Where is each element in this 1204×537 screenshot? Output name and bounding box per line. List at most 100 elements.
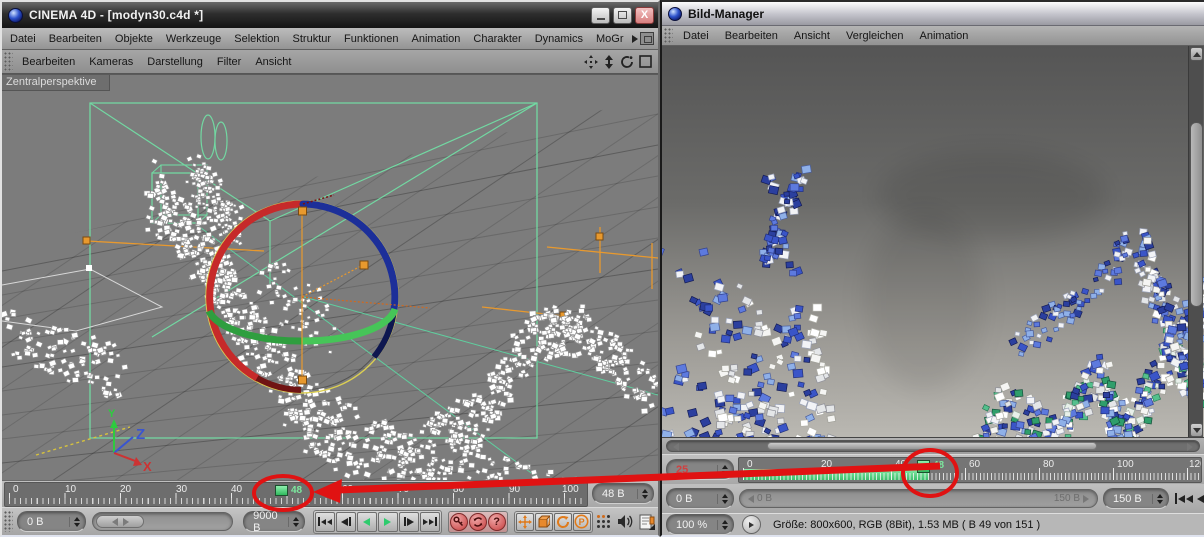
horizontal-scrollbar[interactable] xyxy=(662,438,1204,454)
minimize-button[interactable] xyxy=(591,7,610,24)
bm-range-row: 0 B 0 B 150 B 150 B xyxy=(662,484,1204,513)
spinner-arrows[interactable] xyxy=(717,494,730,504)
bm-range-slider[interactable]: 0 B 150 B xyxy=(739,489,1098,508)
bm-menu-animation[interactable]: Animation xyxy=(911,30,976,42)
sound-button[interactable] xyxy=(614,511,636,533)
frame-ruler[interactable]: 0 10 20 30 40 60 70 80 90 100 48 xyxy=(4,482,588,507)
vmenu-bearbeiten[interactable]: Bearbeiten xyxy=(15,56,82,68)
zoom-level-spinner[interactable]: 100 % xyxy=(666,514,734,535)
menu-animation[interactable]: Animation xyxy=(405,33,467,45)
range-end-spinner[interactable]: 9000 B xyxy=(243,511,305,532)
scale-tool-button[interactable] xyxy=(535,513,553,531)
autokey-button[interactable] xyxy=(469,513,487,531)
range-max-label: 150 B xyxy=(1054,493,1080,504)
vmenu-ansicht[interactable]: Ansicht xyxy=(248,56,298,68)
viewport-3d[interactable]: Zentralperspektive xyxy=(2,74,658,480)
spinner-arrows[interactable] xyxy=(1152,494,1165,504)
menu-bearbeiten[interactable]: Bearbeiten xyxy=(42,33,108,45)
bm-range-end-spinner[interactable]: 150 B xyxy=(1103,488,1169,509)
goto-start-button[interactable] xyxy=(315,512,335,532)
rotate-view-icon[interactable] xyxy=(620,55,634,69)
bm-menu-vergleichen[interactable]: Vergleichen xyxy=(838,30,912,42)
viewport-camera-label[interactable]: Zentralperspektive xyxy=(2,75,110,91)
menu-werkzeuge[interactable]: Werkzeuge xyxy=(159,33,227,45)
rendered-image-view[interactable] xyxy=(662,46,1204,438)
bm-current-frame-marker[interactable] xyxy=(917,460,930,473)
bm-menu-ansicht[interactable]: Ansicht xyxy=(786,30,838,42)
dots-grid-icon xyxy=(596,514,611,529)
bm-prev-frame-button[interactable] xyxy=(1197,495,1204,503)
c4d-title-bar[interactable]: CINEMA 4D - [modyn30.c4d *] X xyxy=(2,2,658,28)
pan-icon[interactable] xyxy=(584,55,598,69)
bm-current-frame-label: 48 xyxy=(933,460,944,471)
spinner-arrows[interactable] xyxy=(717,465,730,475)
help-button[interactable]: ? xyxy=(488,513,506,531)
menu-objekte[interactable]: Objekte xyxy=(108,33,159,45)
maximize-button[interactable] xyxy=(613,7,632,24)
drag-handle[interactable] xyxy=(664,28,673,43)
snap-grid-button[interactable] xyxy=(593,511,615,533)
c4d-main-menu: Datei Bearbeiten Objekte Werkzeuge Selek… xyxy=(2,28,658,50)
menu-datei[interactable]: Datei xyxy=(2,33,42,45)
range-min-label: 0 B xyxy=(757,493,772,504)
viewport-scene: Y Z X xyxy=(2,75,658,480)
range-max-handle[interactable]: 150 B xyxy=(1054,493,1089,504)
next-frame-button[interactable] xyxy=(399,512,419,532)
bm-menu-datei[interactable]: Datei xyxy=(675,30,717,42)
range-slider-thumb[interactable] xyxy=(96,515,144,528)
menu-funktionen[interactable]: Funktionen xyxy=(338,33,405,45)
document-icon xyxy=(638,513,656,531)
horizontal-scroll-track[interactable] xyxy=(666,440,1200,452)
spinner-arrows[interactable] xyxy=(69,517,82,527)
spinner-arrows[interactable] xyxy=(637,489,650,499)
fps-spinner[interactable]: 25 xyxy=(666,459,734,480)
menu-overflow-icon[interactable] xyxy=(632,35,638,43)
scroll-down-button[interactable] xyxy=(1190,423,1203,437)
cube-icon xyxy=(537,515,550,528)
zoom-icon[interactable] xyxy=(603,55,615,69)
vmenu-darstellung[interactable]: Darstellung xyxy=(140,56,210,68)
bm-menu-bearbeiten[interactable]: Bearbeiten xyxy=(717,30,786,42)
menu-struktur[interactable]: Struktur xyxy=(286,33,338,45)
range-start-spinner[interactable]: 0 B xyxy=(17,511,86,532)
bm-title-bar[interactable]: Bild-Manager xyxy=(662,2,1204,26)
vmenu-filter[interactable]: Filter xyxy=(210,56,248,68)
document-settings-button[interactable] xyxy=(636,511,658,533)
play-backwards-button[interactable] xyxy=(357,512,377,532)
current-frame-marker[interactable] xyxy=(275,485,288,496)
bm-range-start-spinner[interactable]: 0 B xyxy=(666,488,734,509)
horizontal-scroll-thumb[interactable] xyxy=(767,442,1097,450)
maximize-view-icon[interactable] xyxy=(639,55,652,68)
tool-mode-controls: P xyxy=(514,511,593,533)
play-render-button[interactable] xyxy=(742,515,761,534)
bm-range-end-value: 150 B xyxy=(1113,493,1142,505)
menu-mograph[interactable]: MoGr xyxy=(590,33,631,45)
goto-end-button[interactable] xyxy=(420,512,440,532)
menu-charakter[interactable]: Charakter xyxy=(467,33,528,45)
close-button[interactable]: X xyxy=(635,7,654,24)
frame-number-spinner[interactable]: 48 B xyxy=(592,483,654,504)
preview-range-slider[interactable] xyxy=(92,512,233,531)
record-key-button[interactable] xyxy=(450,513,468,531)
vertical-scrollbar[interactable] xyxy=(1188,46,1203,438)
parent-coords-button[interactable]: P xyxy=(573,513,591,531)
bm-goto-start-button[interactable] xyxy=(1175,493,1193,504)
scroll-right-icon[interactable] xyxy=(1187,443,1193,451)
scroll-up-button[interactable] xyxy=(1190,47,1203,61)
drag-handle[interactable] xyxy=(4,52,13,70)
play-button[interactable] xyxy=(378,512,398,532)
menu-selektion[interactable]: Selektion xyxy=(228,33,286,45)
rotate-tool-button[interactable] xyxy=(554,513,572,531)
spinner-arrows[interactable] xyxy=(717,520,730,530)
vmenu-kameras[interactable]: Kameras xyxy=(82,56,140,68)
drag-handle[interactable] xyxy=(4,511,13,533)
vertical-scroll-thumb[interactable] xyxy=(1190,122,1203,307)
spinner-arrows[interactable] xyxy=(288,517,301,527)
layout-panel-icon[interactable] xyxy=(640,32,654,45)
menu-dynamics[interactable]: Dynamics xyxy=(528,33,589,45)
bm-frame-ruler[interactable]: 0 20 40 60 80 100 120 48 xyxy=(738,457,1202,483)
move-tool-button[interactable] xyxy=(516,513,534,531)
range-min-handle[interactable]: 0 B xyxy=(748,493,772,504)
scroll-left-icon[interactable] xyxy=(673,443,679,451)
previous-frame-button[interactable] xyxy=(336,512,356,532)
